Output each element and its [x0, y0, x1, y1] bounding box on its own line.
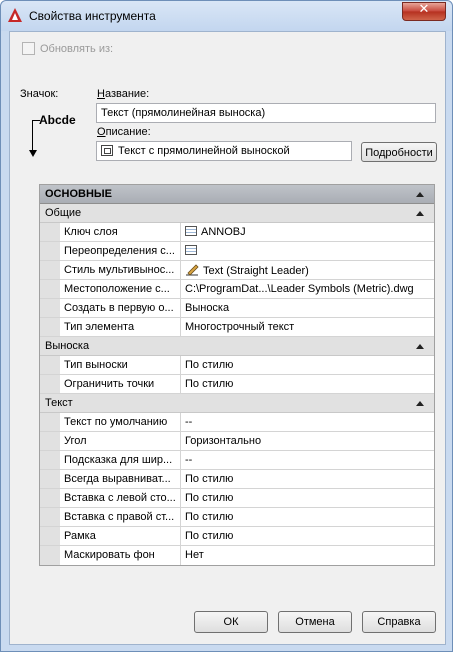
property-value[interactable]: По стилю — [181, 527, 434, 545]
property-row[interactable]: Стиль мультивынос... Text (Straight Lead… — [40, 261, 434, 280]
ok-button-label: ОК — [223, 616, 239, 628]
layer-table-icon — [185, 245, 197, 255]
leader-style-icon — [186, 264, 199, 276]
property-row[interactable]: Тип выноски По стилю — [40, 356, 434, 375]
cancel-button[interactable]: Отмена — [278, 611, 352, 633]
update-from-label: Обновлять из: — [40, 43, 114, 55]
tool-properties-window: Свойства инструмента ✕ Обновлять из: Зна… — [0, 0, 453, 652]
property-value[interactable]: Нет — [181, 546, 434, 565]
category-basic[interactable]: ОСНОВНЫЕ — [40, 185, 434, 204]
property-name: Вставка с левой сто... — [60, 489, 181, 507]
property-row[interactable]: Угол Горизонтально — [40, 432, 434, 451]
property-value[interactable]: -- — [181, 451, 434, 469]
property-name: Угол — [60, 432, 181, 450]
property-row[interactable]: Подсказка для шир... -- — [40, 451, 434, 470]
description-icon — [101, 145, 113, 156]
property-value[interactable]: По стилю — [181, 508, 434, 526]
icon-preview-text: Abcde — [39, 113, 76, 127]
section-text[interactable]: Текст — [40, 394, 434, 413]
property-name: Местоположение с... — [60, 280, 181, 298]
properties-grid: ОСНОВНЫЕ Общие Ключ слоя ANNOBJ Переопре… — [39, 184, 435, 566]
property-value[interactable]: Text (Straight Leader) — [181, 261, 434, 279]
property-value-text: Text (Straight Leader) — [203, 265, 309, 277]
cancel-button-label: Отмена — [295, 616, 335, 628]
tool-icon-preview[interactable]: Abcde — [25, 110, 87, 162]
section-label: Общие — [45, 207, 82, 219]
property-name: Вставка с правой ст... — [60, 508, 181, 526]
details-button[interactable]: Подробности — [361, 142, 437, 162]
collapse-arrow-icon[interactable] — [416, 344, 424, 349]
property-value[interactable]: -- — [181, 413, 434, 431]
property-name: Ограничить точки — [60, 375, 181, 393]
name-input[interactable]: Текст (прямолинейная выноска) — [96, 103, 436, 123]
property-value[interactable] — [181, 242, 434, 260]
category-basic-label: ОСНОВНЫЕ — [45, 188, 112, 200]
description-label: Описание: — [97, 126, 151, 138]
section-general[interactable]: Общие — [40, 204, 434, 223]
description-text: Текст с прямолинейной выноской — [118, 145, 290, 157]
property-name: Подсказка для шир... — [60, 451, 181, 469]
property-value[interactable]: C:\ProgramDat...\Leader Symbols (Metric)… — [181, 280, 434, 298]
property-value-text: ANNOBJ — [201, 226, 246, 238]
close-button[interactable]: ✕ — [402, 2, 446, 21]
property-row[interactable]: Переопределения с... — [40, 242, 434, 261]
update-from-checkbox[interactable] — [22, 42, 35, 55]
layer-table-icon — [185, 226, 197, 236]
details-button-label: Подробности — [365, 147, 433, 159]
update-from-row: Обновлять из: — [22, 42, 113, 55]
property-row[interactable]: Создать в первую о... Выноска — [40, 299, 434, 318]
property-value[interactable]: ANNOBJ — [181, 223, 434, 241]
description-input[interactable]: Текст с прямолинейной выноской — [96, 141, 352, 161]
collapse-arrow-icon[interactable] — [416, 192, 424, 197]
property-name: Рамка — [60, 527, 181, 545]
section-label: Текст — [45, 397, 73, 409]
window-title: Свойства инструмента — [29, 9, 156, 23]
leader-arrow-icon — [29, 150, 37, 157]
property-row[interactable]: Вставка с правой ст... По стилю — [40, 508, 434, 527]
property-value[interactable]: По стилю — [181, 470, 434, 488]
property-value[interactable]: Многострочный текст — [181, 318, 434, 336]
help-button-label: Справка — [377, 616, 421, 628]
autocad-app-icon — [8, 8, 22, 22]
property-value[interactable]: По стилю — [181, 356, 434, 374]
property-row[interactable]: Местоположение с... C:\ProgramDat...\Lea… — [40, 280, 434, 299]
property-row[interactable]: Ограничить точки По стилю — [40, 375, 434, 394]
property-row[interactable]: Рамка По стилю — [40, 527, 434, 546]
ok-button[interactable]: ОК — [194, 611, 268, 633]
help-button[interactable]: Справка — [362, 611, 436, 633]
collapse-arrow-icon[interactable] — [416, 401, 424, 406]
property-value[interactable]: Горизонтально — [181, 432, 434, 450]
name-label: Название: — [97, 88, 150, 100]
property-row[interactable]: Текст по умолчанию -- — [40, 413, 434, 432]
property-value[interactable]: По стилю — [181, 375, 434, 393]
property-name: Всегда выравниват... — [60, 470, 181, 488]
property-name: Переопределения с... — [60, 242, 181, 260]
property-value[interactable]: По стилю — [181, 489, 434, 507]
property-row[interactable]: Всегда выравниват... По стилю — [40, 470, 434, 489]
property-name: Ключ слоя — [60, 223, 181, 241]
property-name: Тип выноски — [60, 356, 181, 374]
property-name: Маскировать фон — [60, 546, 181, 565]
property-value[interactable]: Выноска — [181, 299, 434, 317]
property-name: Тип элемента — [60, 318, 181, 336]
close-icon: ✕ — [418, 2, 430, 17]
icon-label: Значок: — [20, 88, 59, 100]
property-name: Создать в первую о... — [60, 299, 181, 317]
collapse-arrow-icon[interactable] — [416, 211, 424, 216]
property-row[interactable]: Вставка с левой сто... По стилю — [40, 489, 434, 508]
section-leader[interactable]: Выноска — [40, 337, 434, 356]
title-bar: Свойства инструмента ✕ — [1, 1, 452, 31]
property-row[interactable]: Ключ слоя ANNOBJ — [40, 223, 434, 242]
property-row[interactable]: Тип элемента Многострочный текст — [40, 318, 434, 337]
property-name: Стиль мультивынос... — [60, 261, 181, 279]
property-name: Текст по умолчанию — [60, 413, 181, 431]
dialog-body: Обновлять из: Значок: Abcde Название: Те… — [9, 31, 446, 645]
section-label: Выноска — [45, 340, 90, 352]
property-row[interactable]: Маскировать фон Нет — [40, 546, 434, 565]
